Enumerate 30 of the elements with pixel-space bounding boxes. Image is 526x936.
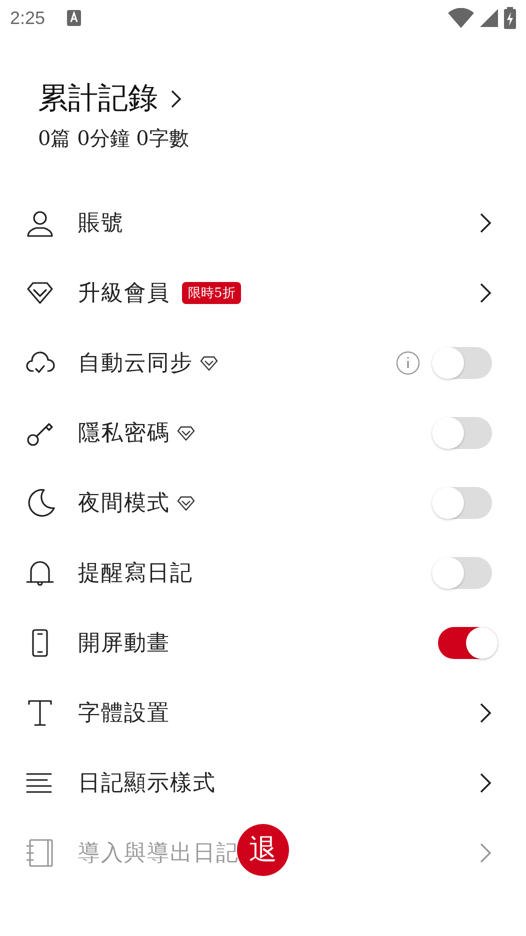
setting-label[interactable]: 自動云同步 bbox=[78, 348, 193, 378]
toggle-switch[interactable] bbox=[438, 627, 498, 659]
notebook-icon bbox=[24, 837, 56, 869]
setting-label[interactable]: 日記顯示樣式 bbox=[78, 768, 216, 798]
exit-button[interactable]: 退 bbox=[237, 824, 289, 876]
setting-label[interactable]: 字體設置 bbox=[78, 698, 170, 728]
setting-label[interactable]: 開屏動畫 bbox=[78, 628, 170, 658]
status-time: 2:25 bbox=[10, 8, 46, 28]
setting-label[interactable]: 賬號 bbox=[78, 208, 124, 238]
setting-label[interactable]: 提醒寫日記 bbox=[78, 558, 193, 588]
setting-label[interactable]: 夜間模式 bbox=[78, 488, 170, 518]
toggle-switch[interactable] bbox=[432, 347, 492, 379]
setting-label[interactable]: 隱私密碼 bbox=[78, 418, 170, 448]
signal-icon bbox=[480, 9, 498, 27]
chevron-icon[interactable] bbox=[478, 772, 492, 794]
battery-icon bbox=[504, 7, 516, 29]
chevron-icon[interactable] bbox=[478, 702, 492, 724]
stats-summary: 0篇 0分鐘 0字數 bbox=[38, 125, 190, 152]
stats-title-link[interactable]: 累計記錄 bbox=[38, 78, 182, 119]
discount-tag: 限時5折 bbox=[182, 282, 242, 304]
chevron-icon bbox=[170, 88, 182, 108]
setting-label[interactable]: 升級會員 bbox=[78, 278, 170, 308]
chevron-icon[interactable] bbox=[478, 282, 492, 304]
info-icon[interactable] bbox=[396, 351, 420, 375]
toggle-switch[interactable] bbox=[432, 487, 492, 519]
toggle-switch[interactable] bbox=[432, 557, 492, 589]
keyboard-notification-icon bbox=[67, 10, 82, 26]
toggle-switch[interactable] bbox=[432, 417, 492, 449]
chevron-icon[interactable] bbox=[478, 212, 492, 234]
wifi-icon bbox=[448, 8, 474, 28]
